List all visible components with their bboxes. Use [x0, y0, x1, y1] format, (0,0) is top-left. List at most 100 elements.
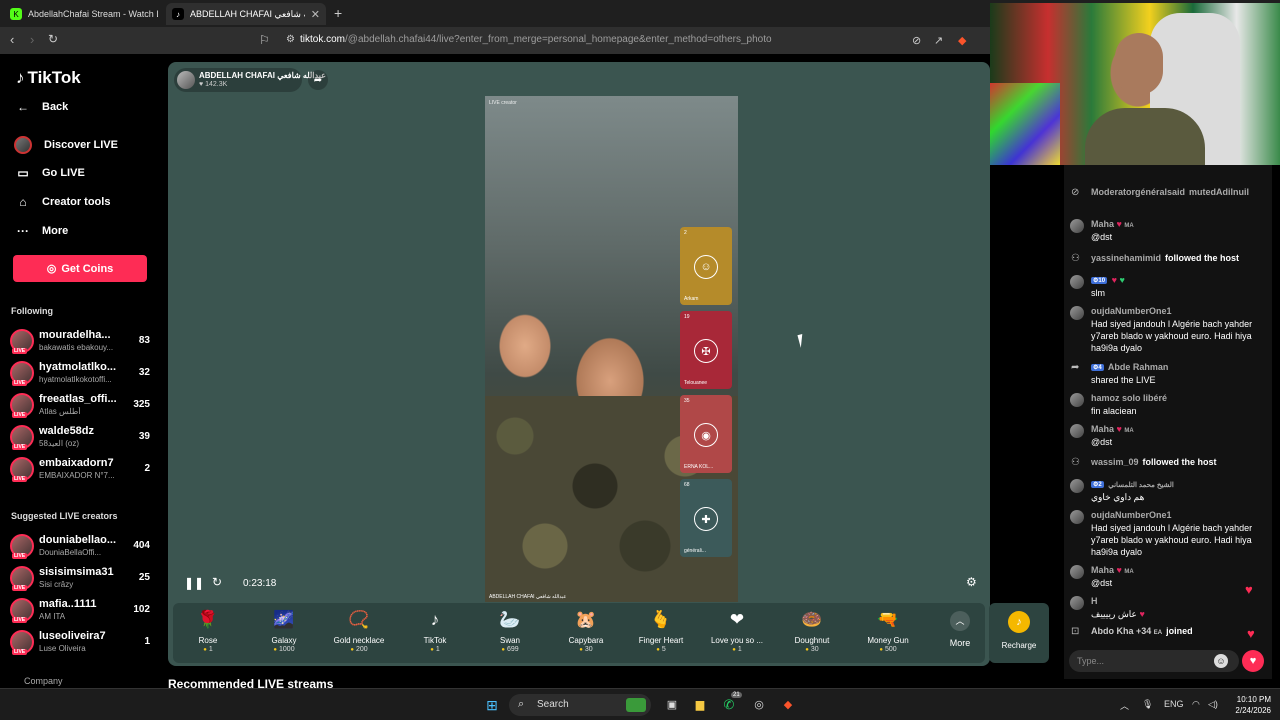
tiktok-logo[interactable]: ♪ TikTok [16, 68, 81, 88]
whatsapp-icon[interactable]: ✆ [720, 696, 738, 714]
message-body: هم داوي خاوي [1091, 492, 1145, 502]
viewer-count: 102 [133, 604, 150, 615]
no-track-icon[interactable]: ⊘ [912, 34, 921, 47]
more-label: More [949, 638, 971, 648]
nav-creator-tools[interactable]: ⌂ Creator tools [16, 195, 110, 209]
task-view-icon[interactable]: ▣ [663, 696, 681, 714]
following-account[interactable]: LIVE walde58dz 58العيد (oz) 39 [10, 423, 152, 453]
reload-icon[interactable]: ↻ [48, 32, 58, 46]
gift-price: 500 [856, 646, 920, 653]
nav-go-live[interactable]: ▭ Go LIVE [16, 166, 84, 180]
file-explorer-icon[interactable]: ▆ [691, 696, 709, 714]
tab-kick[interactable]: K AbdellahChafai Stream - Watch Live [4, 3, 164, 25]
coin-icon: ♪ [1008, 611, 1030, 633]
brave-icon[interactable]: ◆ [779, 696, 797, 714]
following-account[interactable]: LIVE mouradelha... bakawatis ebakouy... 83 [10, 327, 152, 357]
microphone-icon[interactable]: 🎙 [1142, 699, 1153, 710]
volume-icon[interactable]: ◁) [1208, 699, 1218, 710]
share-icon[interactable]: ↗ [934, 34, 943, 47]
ellipsis-icon: ··· [17, 224, 29, 238]
gift-item[interactable]: 📿 Gold necklace200 [327, 607, 391, 653]
site-info-icon[interactable]: ⚙ [286, 34, 295, 45]
viewer-count: 25 [138, 572, 150, 583]
gift-item[interactable]: ❤ Love you so ...1 [705, 607, 769, 653]
app-icon[interactable]: ◎ [750, 696, 768, 714]
clock[interactable]: 10:10 PM 2/24/2026 [1225, 694, 1271, 716]
guest-tile[interactable]: 68 ✚ générali... [680, 479, 732, 557]
gift-item[interactable]: 🫰 Finger Heart5 [629, 607, 693, 653]
recharge-button[interactable]: ♪ Recharge [989, 603, 1049, 663]
close-tab-icon[interactable]: ✕ [311, 8, 320, 21]
suggested-account[interactable]: LIVE sisisimsima31 Sisi crâzy 25 [10, 564, 152, 594]
username: oujdaNumberOne1 [1091, 510, 1172, 520]
bookmark-icon[interactable]: ⚐ [259, 33, 270, 47]
suggested-account[interactable]: LIVE luseoliveira7 Luse Oliveira 1 [10, 628, 152, 658]
brave-shield-icon[interactable]: ◆ [958, 34, 966, 47]
pause-icon[interactable]: ❚❚ [184, 576, 204, 590]
wifi-icon[interactable]: ◠ [1192, 699, 1200, 710]
live-badge: LIVE [12, 348, 28, 354]
gift-item[interactable]: 🦢 Swan699 [478, 607, 542, 653]
guest-tile[interactable]: 35 ◉ ERNA KOL... [680, 395, 732, 473]
get-coins-button[interactable]: ◎ Get Coins [13, 255, 147, 282]
follow-icon: ⚇ [1071, 457, 1080, 468]
nav-back[interactable]: ← Back [16, 100, 68, 114]
host-likes: ♥ 142.3K [199, 81, 227, 88]
account-sub: DouniaBellaOffi... [39, 548, 102, 557]
recharge-label: Recharge [1001, 641, 1037, 650]
account-sub: Luse Oliveira [39, 644, 86, 653]
username: wassim_09 [1091, 457, 1139, 467]
chevron-up-icon[interactable]: ︿ [1120, 699, 1129, 712]
like-button[interactable]: ♥ [1242, 650, 1264, 672]
gift-item[interactable]: 🍩 Doughnut30 [780, 607, 844, 653]
gift-price: 1 [403, 646, 467, 653]
more-gifts-button[interactable]: ︿ More [938, 611, 982, 648]
gift-item[interactable]: 🔫 Money Gun500 [856, 607, 920, 653]
home-icon: ⌂ [19, 195, 27, 209]
message-action: followed the host [1165, 253, 1240, 263]
tab-tiktok[interactable]: ♪ ABDELLAH CHAFAI عبدالله شافعي ✕ [166, 3, 326, 25]
user-badge: MA [1124, 223, 1134, 229]
language-indicator[interactable]: ENG [1164, 699, 1184, 709]
settings-icon[interactable]: ⚙ [966, 575, 977, 589]
following-account[interactable]: LIVE freeatlas_offi... Atlas أطلس 325 [10, 391, 152, 421]
gift-name: Gold necklace [333, 636, 385, 645]
chevron-up-icon: ︿ [950, 611, 970, 631]
message-header: Maha ♥ MA [1091, 219, 1134, 229]
host-name: ABDELLAH CHAFAI عبدالله شافعي [199, 71, 326, 80]
url-field[interactable]: tiktok.com/@abdellah.chafai44/live?enter… [300, 34, 772, 45]
back-icon[interactable]: ‹ [10, 32, 14, 47]
account-sub: hyatmolatlkokotoffi... [39, 375, 112, 384]
guest-tile[interactable]: 19 ✠ Telouanee [680, 311, 732, 389]
emoji-icon[interactable]: ☺ [1214, 654, 1228, 668]
widgets-icon[interactable] [626, 698, 646, 712]
gift-item[interactable]: 🌹 Rose1 [176, 607, 240, 653]
level-badge: ⚙4 [1091, 364, 1104, 371]
account-sub: Sisi crâzy [39, 580, 74, 589]
heart-icon: ♥ [1116, 219, 1122, 229]
message-header: ⚙4 Abde Rahman [1091, 362, 1168, 372]
live-video[interactable]: LIVE creator ABDELLAH CHAFAI عبدالله شاف… [485, 96, 738, 602]
company-link[interactable]: Company [24, 676, 63, 686]
new-tab-button[interactable]: + [334, 5, 342, 21]
gift-item[interactable]: 🌌 Galaxy1000 [252, 607, 316, 653]
suggested-account[interactable]: LIVE mafia..1111 AM ITA 102 [10, 596, 152, 626]
nav-discover-live[interactable]: Discover LIVE [14, 136, 118, 154]
heart-icon: ♥ [1111, 275, 1117, 285]
share-button[interactable]: ➦ [308, 70, 328, 90]
gift-price: 1000 [252, 646, 316, 653]
windows-start-icon[interactable]: ⊞ [483, 696, 501, 714]
following-account[interactable]: LIVE hyatmolatlko... hyatmolatlkokotoffi..… [10, 359, 152, 389]
nav-more[interactable]: ··· More [16, 224, 68, 238]
following-account[interactable]: LIVE embaixadorn7 EMBAIXADOR N°7... 2 [10, 455, 152, 485]
suggested-account[interactable]: LIVE douniabellao... DouniaBellaOffi... 404 [10, 532, 152, 562]
gift-item[interactable]: 🐹 Capybara30 [554, 607, 618, 653]
share-icon: ➦ [1071, 362, 1080, 373]
refresh-icon[interactable]: ↻ [212, 575, 222, 589]
gift-item[interactable]: ♪ TikTok1 [403, 607, 467, 653]
host-info[interactable]: ABDELLAH CHAFAI عبدالله شافعي ♥ 142.3K [174, 68, 326, 92]
forward-icon[interactable]: › [30, 32, 34, 47]
money-gun-icon: 🔫 [877, 610, 899, 629]
swan-icon: 🦢 [499, 610, 521, 629]
guest-tile[interactable]: 2 ☺ Arkam [680, 227, 732, 305]
